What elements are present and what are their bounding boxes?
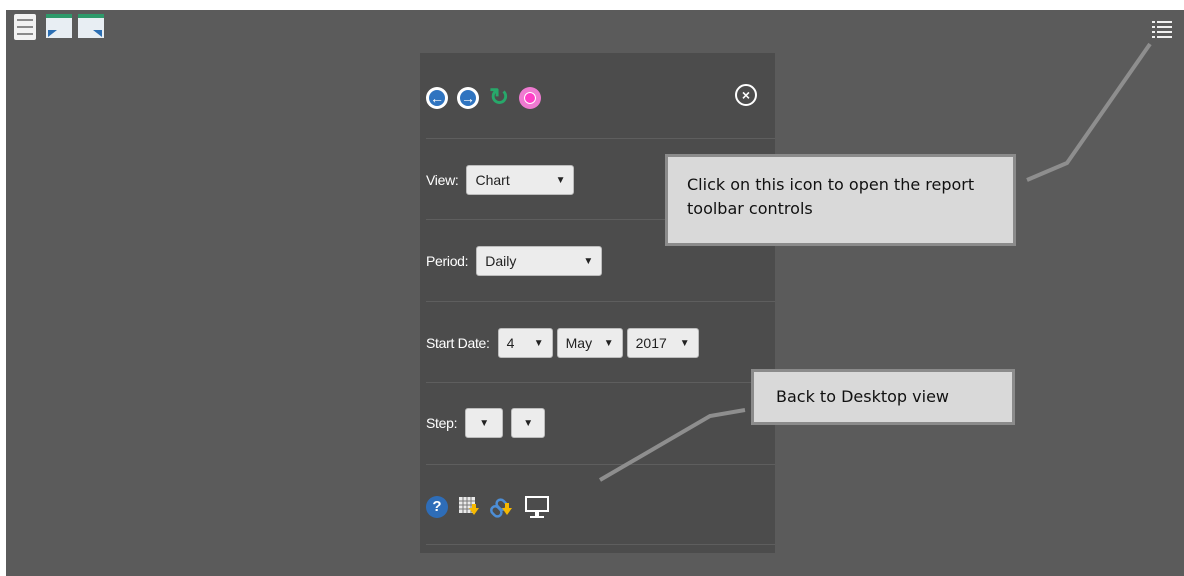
callout-leader-lines — [598, 42, 1152, 482]
desktop-callout-line — [598, 408, 746, 482]
forward-arrow-icon[interactable]: → — [457, 87, 479, 109]
back-arrow-icon[interactable]: ← — [426, 87, 448, 109]
desktop-callout: Back to Desktop view — [751, 369, 1015, 425]
desktop-callout-text: Back to Desktop view — [776, 387, 949, 406]
toolbar-callout: Click on this icon to open the report to… — [665, 154, 1016, 246]
toolbar-callout-text: Click on this icon to open the report to… — [687, 175, 975, 218]
toolbar-callout-line — [1026, 42, 1152, 182]
